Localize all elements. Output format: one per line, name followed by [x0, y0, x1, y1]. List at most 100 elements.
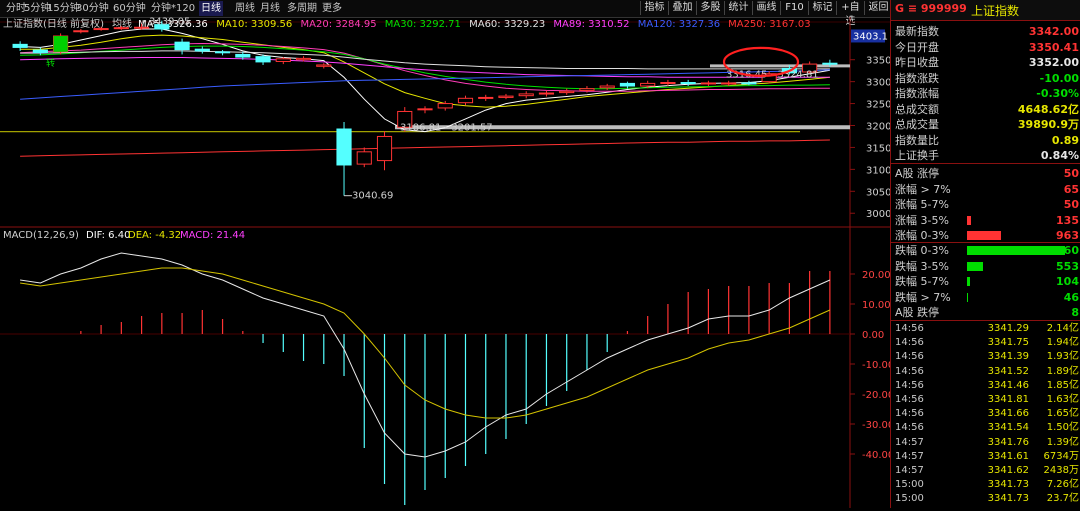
ma-line-ma5	[20, 28, 830, 133]
kline-chart-svg[interactable]: 上证指数(日线 前复权) 均线 MA5: 3326.36 MA10: 3309.56 M…	[0, 17, 894, 508]
stat-label: 指数涨幅	[895, 87, 939, 100]
toolbar-button-6[interactable]: 标记	[808, 1, 836, 15]
price-tag: 3403.1	[853, 31, 888, 42]
stat-row-2: 昨日收盘 3352.00	[891, 55, 1080, 70]
price-tick-6: 3050	[866, 187, 890, 198]
stat-value: 4648.62亿	[1017, 102, 1079, 116]
macd-tick-3: -10.00	[862, 360, 890, 371]
tick-price: 3341.46	[987, 379, 1029, 391]
tick-time: 15:00	[895, 479, 924, 491]
toolbar-button-4[interactable]: 画线	[752, 1, 780, 15]
toolbar-button-0[interactable]: 指标	[640, 1, 668, 15]
price-tick-2: 3250	[866, 100, 890, 111]
candle-body-26	[538, 92, 555, 95]
down-value: 46	[1063, 290, 1079, 304]
tick-time: 14:56	[895, 365, 924, 377]
ma-line-ma89	[20, 57, 830, 78]
candle-body-15	[316, 64, 332, 67]
tick-price: 3341.62	[987, 465, 1029, 476]
tick-row: 15:00 3341.73 23.7亿	[891, 492, 1080, 506]
macd-tick-5: -30.00	[862, 420, 890, 431]
candle-body-11	[235, 53, 251, 58]
macd-dif-legend: DIF: 6.40	[86, 230, 130, 241]
candle-body-36	[741, 82, 757, 85]
tick-price: 3341.29	[987, 323, 1029, 334]
up-bar	[967, 231, 1001, 240]
down-label: 跌幅 3-5%	[895, 259, 949, 273]
ma-legend-ma10: MA10: 3309.56	[216, 19, 292, 30]
period-tab-0[interactable]: 分时	[6, 1, 26, 16]
candle-body-18	[376, 135, 393, 162]
price-tick-3: 3200	[866, 122, 890, 133]
up-value: 50	[1063, 198, 1079, 211]
up-row-4: 涨幅 0-3% 963	[891, 228, 1080, 243]
stat-row-0: 最新指数 3342.00	[891, 24, 1080, 39]
candle-body-30	[619, 82, 636, 87]
down-bar	[967, 277, 970, 286]
candle-body-13	[275, 58, 291, 62]
annot-mark: 转	[46, 57, 55, 69]
price-tick-1: 3300	[866, 78, 890, 89]
tick-volume: 1.39亿	[1046, 436, 1079, 448]
ma-line-ma250	[20, 139, 830, 157]
tick-volume: 2.14亿	[1046, 323, 1079, 334]
down-value: 104	[1056, 275, 1079, 288]
tick-volume: 1.85亿	[1046, 379, 1079, 391]
tick-time: 14:57	[895, 465, 924, 476]
tick-time: 14:56	[895, 394, 924, 405]
tick-time: 15:00	[895, 493, 924, 505]
tick-volume: 2438万	[1043, 465, 1079, 476]
down-label: 跌幅 > 7%	[895, 290, 951, 304]
toolbar-button-5[interactable]: F10	[780, 1, 808, 15]
up-row-3: 涨幅 3-5% 135	[891, 213, 1080, 228]
period-tab-3[interactable]: 30分钟	[76, 1, 109, 16]
period-tab-5[interactable]: 分钟*120	[151, 1, 195, 16]
toolbar-button-1[interactable]: 叠加	[668, 1, 696, 15]
tick-price: 3341.61	[987, 450, 1029, 462]
tick-row: 14:56 3341.54 1.50亿	[891, 421, 1080, 435]
price-tick-4: 3150	[866, 143, 890, 154]
period-tab-7[interactable]: 周线	[235, 1, 255, 16]
ma-line-ma60	[20, 50, 830, 70]
tick-price: 3341.73	[987, 479, 1029, 491]
stat-row-7: 指数量比 0.89	[891, 133, 1080, 148]
candle-body-12	[255, 56, 271, 63]
tick-row: 14:56 3341.39 1.93亿	[891, 350, 1080, 364]
period-tab-8[interactable]: 月线	[260, 1, 280, 16]
period-tab-2[interactable]: 15分钟	[47, 1, 80, 16]
candle-body-14	[295, 57, 312, 61]
candle-body-16	[336, 128, 352, 166]
ma-legend-ma120: MA120: 3327.36	[638, 19, 720, 30]
stat-label: 指数量比	[895, 133, 939, 147]
stat-value: 3350.41	[1028, 40, 1079, 54]
macd-tick-0: 20.00	[862, 270, 890, 281]
tick-row: 14:57 3341.62 2438万	[891, 464, 1080, 478]
tick-price: 3341.54	[987, 422, 1029, 434]
down-row-3: 跌幅 > 7% 46	[891, 290, 1080, 305]
tick-time: 14:56	[895, 408, 924, 420]
toolbar-button-8[interactable]: 返回	[864, 1, 892, 15]
stat-value: 0.84%	[1040, 149, 1079, 162]
macd-tick-4: -20.00	[862, 390, 890, 401]
candle-body-17	[356, 151, 372, 165]
stat-row-3: 指数涨跌 -10.00	[891, 71, 1080, 86]
candle-body-4	[93, 28, 109, 31]
toolbar-button-2[interactable]: 多股	[696, 1, 724, 15]
period-tab-4[interactable]: 60分钟	[113, 1, 146, 16]
kline-chart-area[interactable]: 上证指数(日线 前复权) 均线 MA5: 3326.36 MA10: 3309.56 M…	[0, 17, 894, 508]
period-tab-10[interactable]: 更多	[322, 1, 342, 16]
up-row-1: 涨幅 > 7% 65	[891, 182, 1080, 197]
stat-value: 39890.9万	[1017, 118, 1079, 131]
up-label: 涨幅 > 7%	[895, 182, 951, 196]
toolbar-button-3[interactable]: 统计	[724, 1, 752, 15]
ma-legend-ma30: MA30: 3292.71	[385, 19, 461, 30]
stat-row-1: 今日开盘 3350.41	[891, 40, 1080, 55]
tick-price: 3341.81	[987, 394, 1029, 405]
toolbar-button-7[interactable]: +自选	[836, 1, 864, 27]
period-tab-6[interactable]: 日线	[199, 1, 223, 16]
candle-body-40	[822, 62, 838, 65]
candle-body-32	[660, 82, 676, 85]
period-tab-9[interactable]: 多周期	[287, 1, 317, 16]
up-bar	[967, 215, 971, 225]
panel-divider	[891, 163, 1080, 164]
